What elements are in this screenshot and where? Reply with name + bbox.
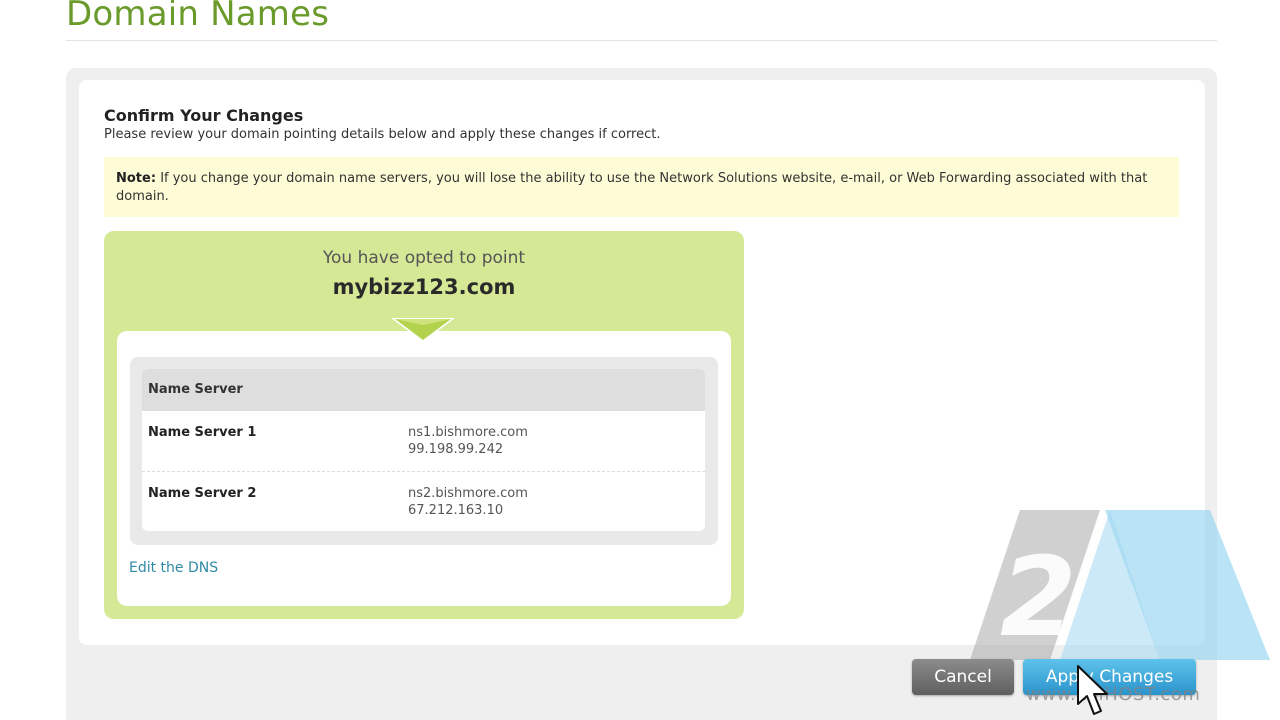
opted-text: You have opted to point	[322, 248, 526, 268]
name-server-label: Name Server 1	[148, 425, 257, 440]
table-row: Name Server 2 ns2.bishmore.com 67.212.16…	[142, 471, 705, 531]
domain-name: mybizz123.com	[332, 275, 516, 299]
table-row: Name Server 1 ns1.bishmore.com 99.198.99…	[142, 411, 705, 471]
note-label: Note:	[116, 171, 157, 186]
mouse-cursor-icon	[1077, 665, 1108, 715]
name-server-ip: 67.212.163.10	[408, 503, 504, 518]
note-text: If you change your domain name servers, …	[116, 171, 1148, 204]
edit-dns-link[interactable]: Edit the DNS	[129, 560, 218, 576]
page-title: Domain Names	[66, 0, 330, 34]
name-server-host: ns1.bishmore.com	[408, 425, 528, 440]
confirm-heading: Confirm Your Changes	[104, 106, 304, 125]
confirm-subtitle: Please review your domain pointing detai…	[104, 127, 661, 142]
name-server-table: Name Server Name Server 1 ns1.bishmore.c…	[142, 369, 705, 531]
down-triangle-icon	[391, 318, 455, 342]
watermark-numeral: 2	[1000, 533, 1077, 661]
name-server-label: Name Server 2	[148, 486, 257, 501]
table-header: Name Server	[142, 369, 705, 411]
title-divider	[66, 40, 1217, 41]
name-server-ip: 99.198.99.242	[408, 442, 504, 457]
cancel-button[interactable]: Cancel	[912, 659, 1014, 695]
note-box: Note: If you change your domain name ser…	[104, 157, 1179, 217]
2m-logo-icon: 2	[970, 510, 1270, 661]
name-server-host: ns2.bishmore.com	[408, 486, 528, 501]
